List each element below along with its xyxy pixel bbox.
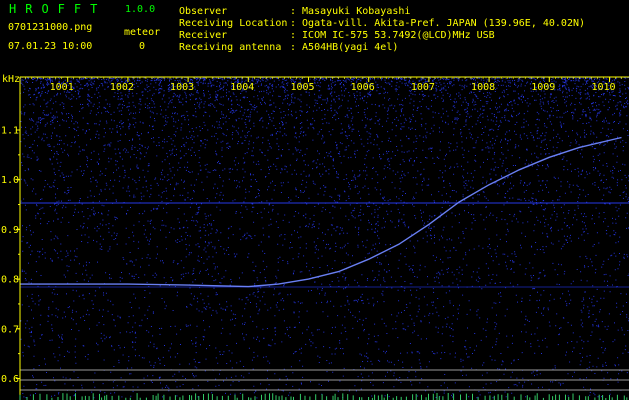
x-tick-label: 1008 — [471, 82, 495, 93]
y-tick-label: 0.8 — [1, 275, 19, 286]
y-tick-label: 1.1 — [1, 126, 19, 137]
x-tick-label: 1002 — [110, 82, 134, 93]
observer-value: : Masayuki Kobayashi — [290, 6, 411, 17]
level-strip — [19, 393, 628, 400]
x-tick-label: 1007 — [411, 82, 435, 93]
app-title: HROFFT — [9, 2, 107, 16]
observer-label: Observer — [179, 6, 228, 17]
x-tick-label: 1009 — [531, 82, 555, 93]
x-tick-label: 1010 — [591, 82, 615, 93]
file-name: 0701231000.png — [8, 22, 93, 33]
antenna-label: Receiving antenna — [179, 42, 282, 53]
location-value: : Ogata-vill. Akita-Pref. JAPAN (139.96E… — [290, 18, 586, 29]
y-tick-label: 0.7 — [1, 324, 19, 335]
x-tick-label: 1006 — [351, 82, 375, 93]
y-tick-label: 0.6 — [1, 374, 19, 385]
noise-field — [20, 76, 629, 399]
location-label: Receiving Location — [179, 18, 288, 29]
y-tick-label: 1.0 — [1, 175, 19, 186]
signal-trace — [19, 136, 622, 288]
antenna-value: : A504HB(yagi 4el) — [290, 42, 399, 53]
receiver-value: : ICOM IC-575 53.7492(@LCD)MHz USB — [290, 30, 495, 41]
spectrogram-plot: kHz 1.1 1.0 0.9 0.8 0.7 0.6 1001 1002 1003 1004 100… — [1, 74, 629, 400]
x-tick-label: 1004 — [230, 82, 254, 93]
x-tick-label: 1003 — [170, 82, 194, 93]
x-tick-label: 1005 — [290, 82, 314, 93]
app-version: 1.0.0 — [125, 4, 156, 15]
file-datetime: 07.01.23 10:00 — [8, 41, 93, 52]
receiver-label: Receiver — [179, 30, 228, 41]
x-tick-label: 1001 — [50, 82, 74, 93]
y-axis-label: kHz — [2, 74, 20, 85]
y-tick-label: 0.9 — [1, 225, 19, 236]
meteor-label: meteor — [124, 27, 161, 38]
meteor-count: 0 — [139, 41, 146, 52]
